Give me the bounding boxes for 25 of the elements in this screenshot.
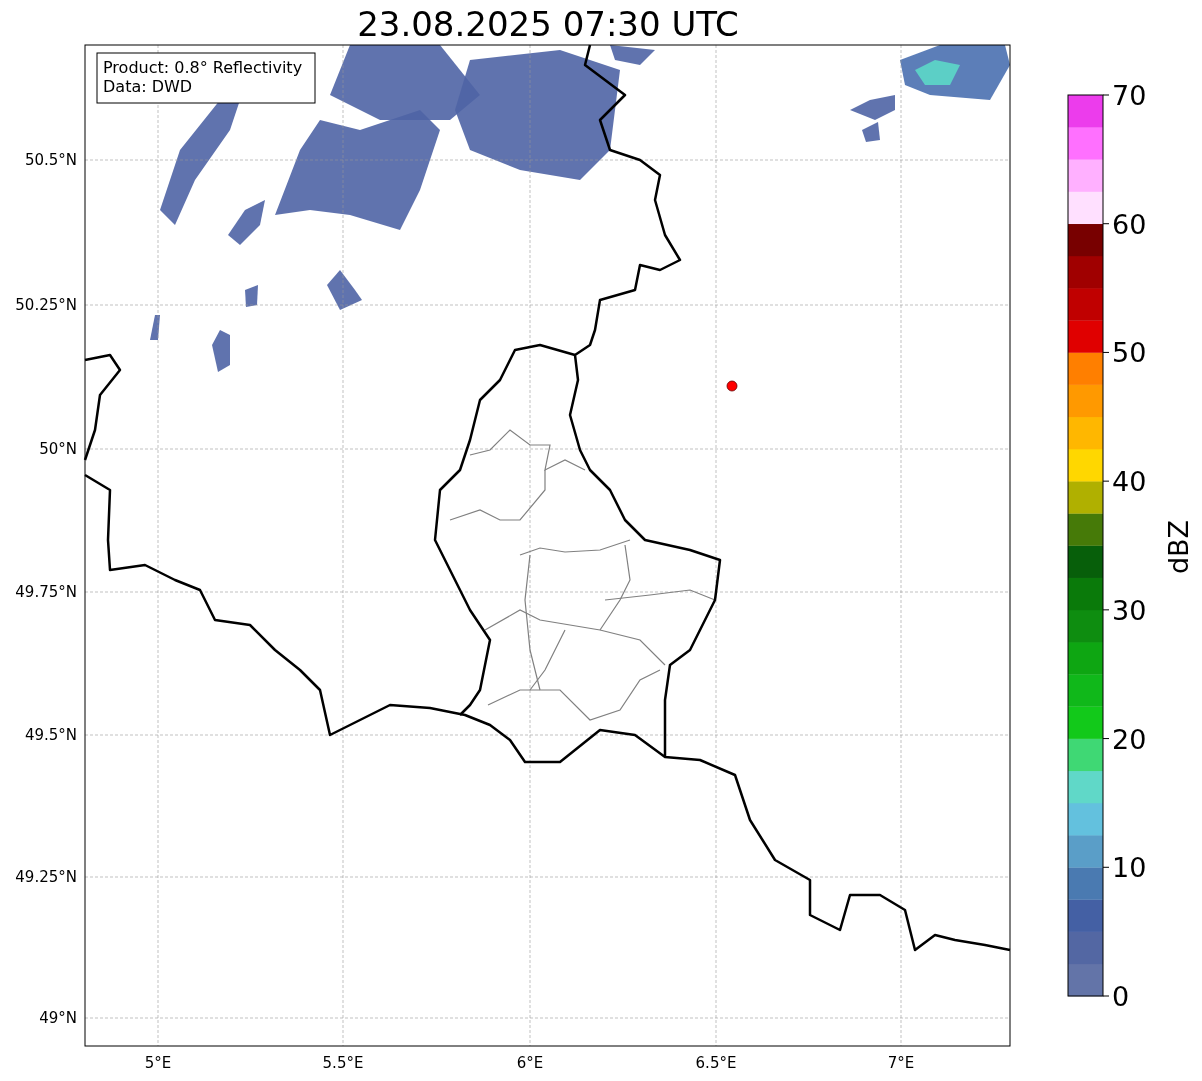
info-text: Product: 0.8° Reflectivity [103, 58, 303, 77]
colorbar-tick-label: 60 [1112, 208, 1147, 240]
latitude-label: 50.25°N [15, 296, 77, 314]
colorbar-tick-label: 40 [1112, 466, 1147, 498]
station-marker [726, 380, 738, 392]
colorbar-tick-label: 0 [1112, 981, 1130, 1012]
colorbar-tick-label: 30 [1112, 594, 1147, 626]
longitude-label: 7°E [887, 1054, 915, 1072]
latitude-label: 49.75°N [15, 583, 77, 601]
colorbar-tick-label: 70 [1112, 80, 1147, 111]
longitude-label: 5.5°E [322, 1054, 364, 1072]
latitude-label: 50.5°N [24, 151, 77, 169]
chart-title: 23.08.2025 07:30 UTC [357, 4, 739, 44]
colorbar-tick-label: 20 [1112, 723, 1147, 755]
longitude-label: 6.5°E [695, 1054, 737, 1072]
colorbar-tick-label: 50 [1112, 337, 1147, 369]
longitude-label: 6°E [516, 1054, 544, 1072]
info-text: Data: DWD [103, 77, 193, 96]
colorbar-tick-label: 10 [1112, 852, 1147, 884]
latitude-label: 49.25°N [15, 868, 77, 886]
colorbar-label: dBZ [1163, 519, 1194, 575]
latitude-label: 50°N [39, 440, 77, 458]
longitude-label: 5°E [144, 1054, 172, 1072]
latitude-label: 49.5°N [24, 726, 77, 744]
latitude-label: 49°N [39, 1009, 77, 1027]
